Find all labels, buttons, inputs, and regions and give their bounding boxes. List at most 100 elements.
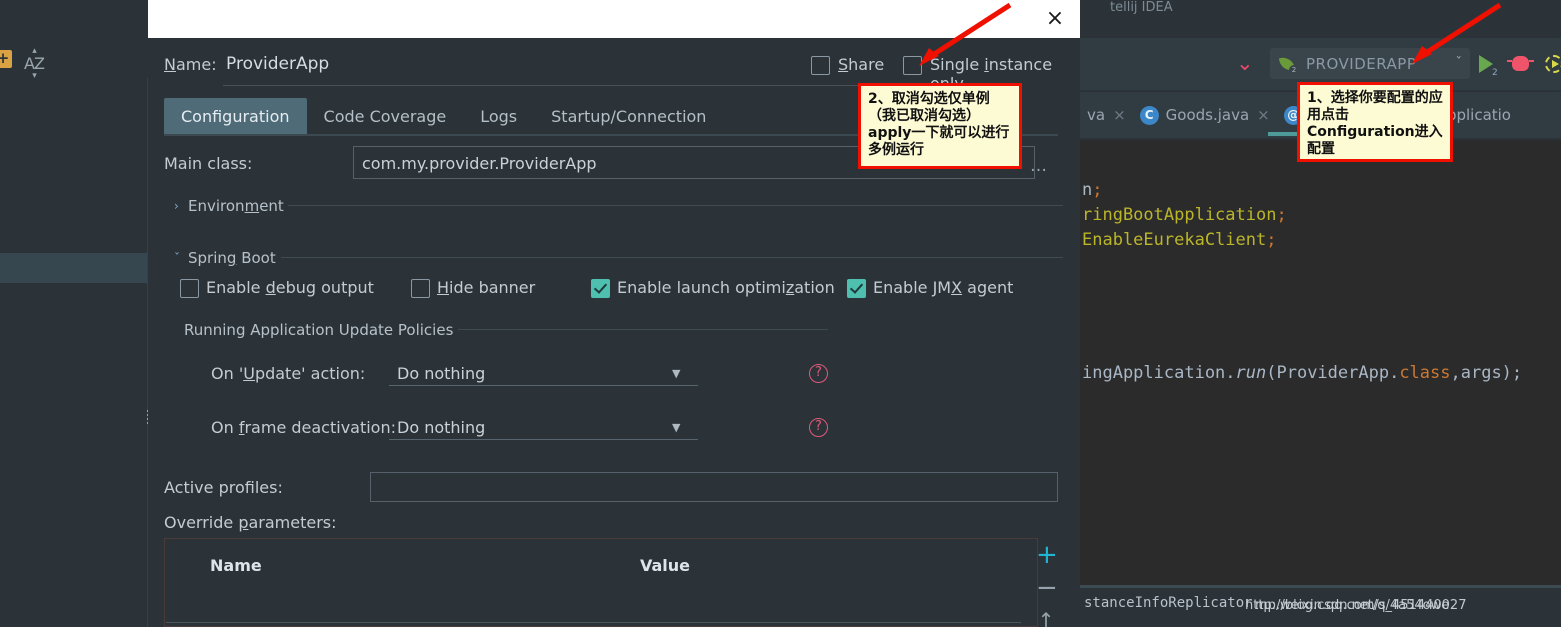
annotation-note-1: 1、选择你要配置的应用点击Configuration进入配置	[1297, 82, 1453, 162]
add-configuration-icon[interactable]: +	[0, 50, 12, 68]
hide-banner-checkbox[interactable]	[411, 279, 430, 298]
annotation-arrow-2	[919, 2, 1012, 66]
run-config-tree-selected-row[interactable]	[0, 253, 147, 283]
code-keyword-class: class	[1399, 363, 1451, 383]
code-line-3: EnableEurekaClient;	[1082, 230, 1276, 250]
cb1-post: ide banner	[449, 278, 536, 297]
active-profiles-label: Active profiles:	[164, 478, 283, 497]
fd-post: rame deactivation:	[244, 418, 396, 437]
enable-jmx-agent-checkbox[interactable]	[847, 279, 866, 298]
code-line-run: ingApplication.run(ProviderApp.class,arg…	[1082, 363, 1522, 383]
code-punct: ;	[1266, 230, 1277, 250]
sb-mnemonic: g	[226, 249, 237, 267]
tab-startup-connection[interactable]: Startup/Connection	[534, 98, 723, 134]
debug-bug-icon[interactable]	[1507, 50, 1540, 78]
hide-banner-label: Hide banner	[437, 278, 535, 297]
env-label-pre: Environ	[188, 197, 245, 215]
code-method-run: run	[1235, 363, 1267, 383]
ua-post: pdate' action:	[254, 364, 366, 383]
name-input-underline	[223, 85, 925, 86]
run-config-tree[interactable]	[0, 78, 148, 627]
main-class-value: com.my.provider.ProviderApp	[362, 154, 597, 173]
fd-pre: On	[211, 418, 239, 437]
cb3-mnemonic: X	[951, 278, 963, 297]
env-mnemonic: m	[244, 197, 260, 215]
code-text-pre: ingApplication.	[1082, 363, 1236, 383]
share-label: Share	[838, 55, 884, 74]
sb-label-pre: Sprin	[188, 249, 227, 267]
editor-tab-label: va	[1087, 106, 1106, 124]
table-add-button[interactable]: +	[1036, 542, 1058, 568]
code-text: n	[1082, 180, 1093, 200]
main-class-label: Main class:	[164, 154, 253, 173]
chevron-right-icon[interactable]: ›	[174, 199, 179, 213]
watermark-2: mp.weixin.qq.com/s/4a54owe	[1255, 598, 1450, 613]
on-update-action-help-icon[interactable]: ?	[809, 364, 828, 383]
table-move-up-button[interactable]: ↑	[1036, 610, 1056, 627]
tab-configuration[interactable]: Configuration	[164, 98, 307, 134]
code-line-2: ringBootApplication;	[1082, 205, 1287, 225]
environment-section-rule	[288, 205, 1063, 206]
on-frame-deactivation-label: On frame deactivation:	[211, 418, 396, 437]
table-column-header-value[interactable]: Value	[640, 556, 690, 575]
close-icon[interactable]: ×	[1257, 106, 1270, 124]
update-policies-header: Running Application Update Policies	[184, 321, 454, 339]
editor-tab-goods-java[interactable]: C Goods.java ×	[1133, 92, 1277, 138]
code-annotation-text: ringBootApplication	[1082, 205, 1277, 225]
tab-logs[interactable]: Logs	[463, 98, 534, 134]
ua-pre: On '	[211, 364, 244, 383]
main-class-browse-button[interactable]: …	[1030, 156, 1048, 176]
op-mnemonic: p	[238, 513, 249, 532]
active-profiles-input[interactable]	[370, 472, 1058, 502]
code-annotation-text: EnableEurekaClient	[1082, 230, 1267, 250]
ide-window-title: tellij IDEA	[1110, 0, 1173, 15]
run-with-coverage-icon[interactable]	[1545, 50, 1561, 78]
chevron-down-icon[interactable]: ˇ	[174, 251, 180, 265]
share-label-text: hare	[848, 55, 885, 74]
enable-debug-output-label: Enable debug output	[206, 278, 374, 297]
op-post: arameters:	[248, 513, 337, 532]
override-parameters-label: Override parameters:	[164, 513, 337, 532]
environment-section-header[interactable]: Environment	[188, 197, 284, 215]
share-mnemonic: S	[838, 55, 849, 74]
cb0-mnemonic: d	[265, 278, 276, 297]
name-label-text: ame:	[175, 55, 217, 74]
enable-launch-optimization-checkbox[interactable]	[591, 279, 610, 298]
table-column-header-name[interactable]: Name	[210, 556, 262, 575]
update-policies-rule	[458, 329, 828, 330]
sb-label-post: Boot	[236, 249, 276, 267]
on-frame-deactivation-help-icon[interactable]: ?	[809, 418, 828, 437]
enable-debug-output-checkbox[interactable]	[180, 279, 199, 298]
annotation-arrow-1	[1412, 2, 1502, 64]
cb1-mnemonic: H	[437, 278, 450, 297]
table-remove-button[interactable]: −	[1036, 575, 1058, 601]
enable-launch-optimization-label: Enable launch optimization	[617, 278, 835, 297]
editor-tab-0[interactable]: va ×	[1080, 92, 1133, 138]
editor-tab-label: Goods.java	[1165, 106, 1250, 124]
code-punct: ;	[1092, 180, 1103, 200]
dialog-tab-bar: Configuration Code Coverage Logs Startup…	[164, 98, 723, 134]
leaf-badge: 2	[1289, 64, 1299, 75]
cb0-pre: Enable	[206, 278, 266, 297]
java-class-icon: C	[1139, 105, 1159, 125]
run-config-tree-panel	[0, 0, 148, 627]
name-mnemonic: N	[164, 55, 176, 74]
sort-alphabetically-icon[interactable]: ▴ AZ ▾	[24, 47, 45, 81]
share-checkbox[interactable]	[811, 56, 830, 75]
build-hammer-icon[interactable]: ⌄	[1236, 50, 1260, 76]
chevron-down-icon[interactable]: ▼	[672, 421, 680, 434]
chevron-down-icon[interactable]: ▼	[672, 367, 680, 380]
name-input[interactable]: ProviderApp	[226, 54, 329, 74]
ua-mnemonic: U	[243, 364, 255, 383]
code-line-1: n;	[1082, 180, 1103, 200]
close-icon[interactable]: ×	[1113, 106, 1126, 124]
name-label: Name:	[164, 55, 217, 74]
table-header-rule	[166, 622, 1021, 623]
cb0-post: ebug output	[275, 278, 374, 297]
close-icon[interactable]: ×	[1038, 3, 1072, 35]
cb2-mnemonic: z	[785, 278, 795, 297]
tab-code-coverage[interactable]: Code Coverage	[307, 98, 464, 134]
spring-boot-section-header[interactable]: Spring Boot	[188, 249, 276, 267]
code-text-mid: (ProviderApp.	[1266, 363, 1400, 383]
override-parameters-table[interactable]	[164, 538, 1038, 627]
